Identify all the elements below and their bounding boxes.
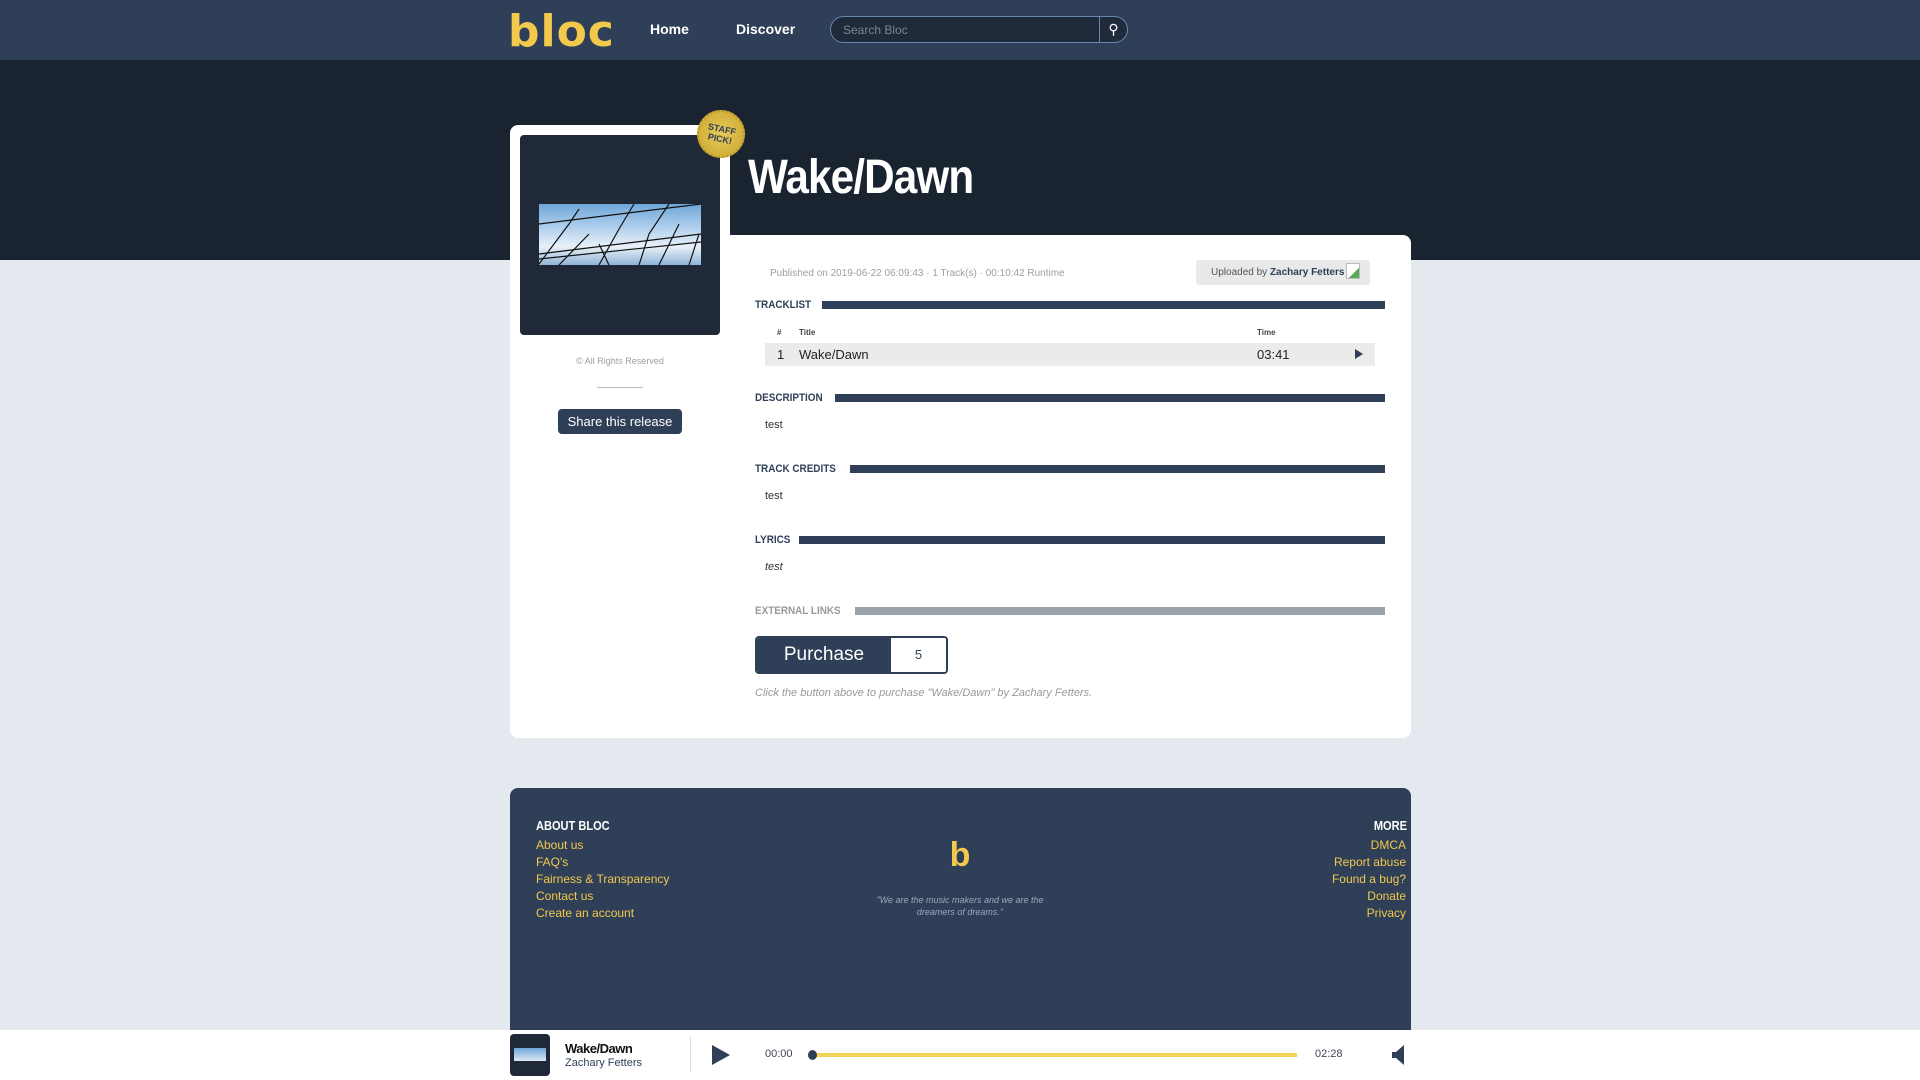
- track-number: 1: [777, 347, 785, 362]
- release-title: Wake/Dawn: [748, 151, 974, 204]
- track-time: 03:41: [1257, 347, 1290, 362]
- description-heading-text: DESCRIPTION: [755, 392, 823, 404]
- credits-text: test: [765, 490, 783, 502]
- purchase-note: Click the button above to purchase "Wake…: [755, 687, 1093, 699]
- footer-link-report-abuse[interactable]: Report abuse: [1332, 854, 1406, 871]
- more-heading: MORE: [1373, 818, 1407, 833]
- player-artist[interactable]: Zachary Fetters: [565, 1057, 642, 1069]
- purchase-button[interactable]: Purchase 5: [755, 636, 948, 674]
- lyrics-heading: LYRICS: [755, 534, 1385, 546]
- uploader-name[interactable]: Zachary Fetters: [1270, 267, 1344, 278]
- album-art-image: [539, 204, 701, 265]
- progress-bar[interactable]: [812, 1053, 1297, 1057]
- play-icon[interactable]: [712, 1045, 730, 1065]
- player-track-title[interactable]: Wake/Dawn: [565, 1041, 633, 1056]
- volume-icon[interactable]: [1392, 1045, 1408, 1065]
- progress-handle[interactable]: [808, 1050, 817, 1060]
- divider: [597, 387, 643, 388]
- about-links: About us FAQ's Fairness & Transparency C…: [536, 837, 669, 922]
- purchase-price: 5: [891, 638, 946, 672]
- footer-link-faq[interactable]: FAQ's: [536, 854, 669, 871]
- tracklist-heading: TRACKLIST: [755, 299, 1385, 311]
- col-number: #: [777, 328, 782, 337]
- nav-home[interactable]: Home: [650, 21, 689, 37]
- about-heading: ABOUT BLOC: [536, 818, 610, 833]
- bloc-logo[interactable]: bloc: [508, 6, 615, 57]
- more-links: DMCA Report abuse Found a bug? Donate Pr…: [1332, 837, 1406, 922]
- purchase-label: Purchase: [757, 638, 891, 672]
- footer-quote: "We are the music makers and we are the …: [876, 895, 1044, 917]
- footer-link-fairness[interactable]: Fairness & Transparency: [536, 871, 669, 888]
- copyright-text: © All Rights Reserved: [576, 356, 664, 366]
- search-box: ⚲: [830, 16, 1128, 43]
- duration: 02:28: [1315, 1048, 1343, 1060]
- footer-link-contact[interactable]: Contact us: [536, 888, 669, 905]
- footer-logo: b: [949, 836, 971, 874]
- description-text: test: [765, 419, 783, 431]
- search-input[interactable]: [831, 17, 1099, 42]
- track-title: Wake/Dawn: [799, 347, 869, 362]
- footer-link-donate[interactable]: Donate: [1332, 888, 1406, 905]
- lyrics-heading-text: LYRICS: [755, 534, 791, 546]
- nav-discover[interactable]: Discover: [736, 21, 795, 37]
- footer-link-privacy[interactable]: Privacy: [1332, 905, 1406, 922]
- credits-heading-text: TRACK CREDITS: [755, 463, 836, 475]
- play-track-icon[interactable]: [1355, 349, 1363, 359]
- description-heading: DESCRIPTION: [755, 392, 1385, 404]
- credits-heading: TRACK CREDITS: [755, 463, 1385, 475]
- footer-link-about[interactable]: About us: [536, 837, 669, 854]
- player-thumbnail: [510, 1034, 550, 1076]
- external-links-heading: EXTERNAL LINKS: [755, 605, 1385, 617]
- col-title: Title: [799, 328, 816, 337]
- footer-link-dmca[interactable]: DMCA: [1332, 837, 1406, 854]
- current-time: 00:00: [765, 1048, 793, 1060]
- lyrics-text: test: [765, 561, 783, 573]
- external-links-heading-text: EXTERNAL LINKS: [755, 605, 841, 617]
- search-icon[interactable]: ⚲: [1099, 17, 1127, 42]
- published-info: Published on 2019-06-22 06:09:43 · 1 Tra…: [770, 268, 1065, 279]
- uploader-avatar-icon: [1346, 263, 1360, 279]
- uploader-box[interactable]: Uploaded by Zachary Fetters: [1196, 260, 1370, 285]
- share-release-button[interactable]: Share this release: [558, 409, 682, 434]
- footer-link-create-account[interactable]: Create an account: [536, 905, 669, 922]
- table-row[interactable]: 1 Wake/Dawn 03:41: [765, 343, 1375, 366]
- uploaded-by-label: Uploaded by: [1211, 267, 1268, 278]
- tracklist-heading-text: TRACKLIST: [755, 299, 812, 311]
- col-time: Time: [1257, 328, 1276, 337]
- divider: [690, 1037, 691, 1073]
- footer-link-bug[interactable]: Found a bug?: [1332, 871, 1406, 888]
